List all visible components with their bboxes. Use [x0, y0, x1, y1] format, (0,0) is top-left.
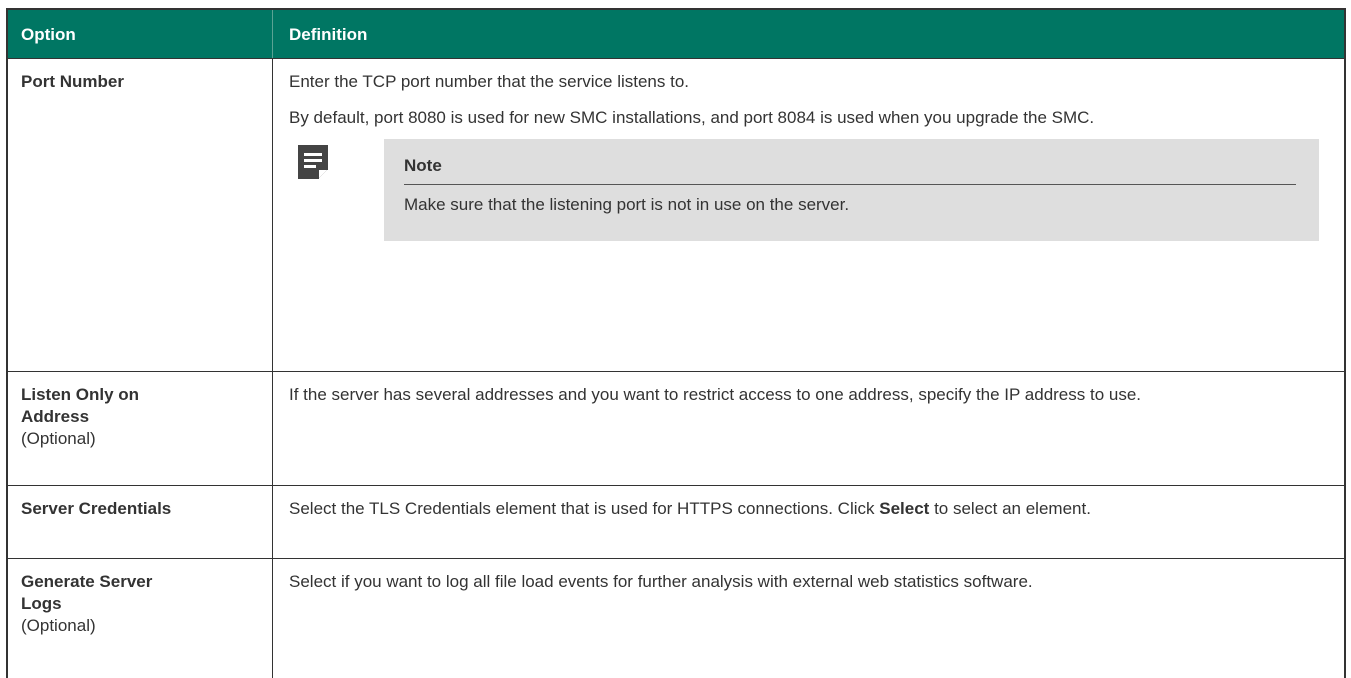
definition-cell: Select if you want to log all file load …: [273, 559, 1344, 678]
table-header: Option Definition: [8, 8, 1344, 58]
option-cell: Server Credentials: [8, 486, 273, 558]
definition-text: By default, port 8080 is used for new SM…: [289, 108, 1095, 127]
option-name: Server Credentials: [21, 499, 172, 518]
table-row: Generate Server Logs (Optional) Select i…: [8, 558, 1344, 678]
table-row: Port Number Enter the TCP port number th…: [8, 58, 1344, 371]
option-name: Port Number: [21, 72, 124, 91]
definition-text: Select if you want to log all file load …: [289, 572, 1033, 591]
option-qualifier: (Optional): [21, 616, 96, 635]
note-icon: [298, 145, 328, 179]
table-row: Listen Only on Address (Optional) If the…: [8, 371, 1344, 485]
definition-text-part: to select an element.: [929, 499, 1091, 518]
definition-cell: Select the TLS Credentials element that …: [273, 486, 1344, 558]
option-name: Listen Only on Address: [21, 385, 140, 426]
option-cell: Listen Only on Address (Optional): [8, 372, 273, 485]
option-name: Generate Server Logs: [21, 572, 153, 613]
definition-cell: If the server has several addresses and …: [273, 372, 1344, 485]
definition-text-part: Select the TLS Credentials element that …: [289, 499, 880, 518]
note-text: Make sure that the listening port is not…: [404, 195, 850, 214]
definition-text: Enter the TCP port number that the servi…: [289, 72, 690, 91]
definition-text: If the server has several addresses and …: [289, 385, 1142, 404]
option-cell: Port Number: [8, 59, 273, 371]
definition-text: Select the TLS Credentials element that …: [289, 498, 1330, 520]
option-cell: Generate Server Logs (Optional): [8, 559, 273, 678]
note-block: Note Make sure that the listening port i…: [289, 139, 1330, 244]
note-divider: [404, 184, 1296, 185]
select-term: Select: [879, 499, 930, 518]
note-title: Note: [404, 156, 442, 175]
definition-cell: Enter the TCP port number that the servi…: [273, 59, 1344, 371]
option-qualifier: (Optional): [21, 429, 96, 448]
table-row: Server Credentials Select the TLS Creden…: [8, 485, 1344, 558]
header-option: Option: [8, 10, 273, 58]
note-box: Note Make sure that the listening port i…: [384, 139, 1319, 241]
options-table: Option Definition Port Number Enter the …: [6, 8, 1346, 678]
header-definition: Definition: [289, 25, 368, 44]
